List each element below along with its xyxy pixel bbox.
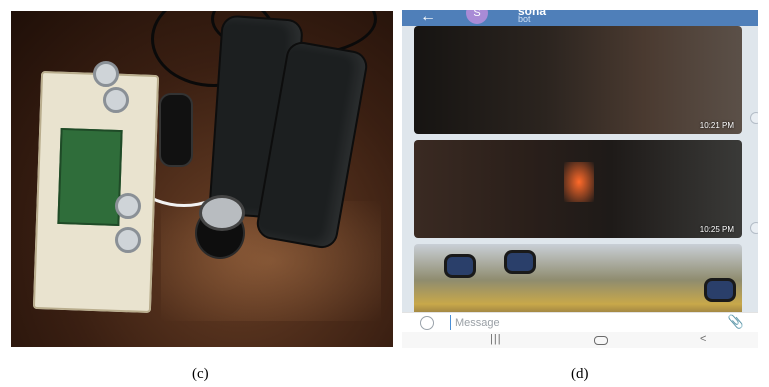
arrow-left-icon[interactable]: ← [420, 10, 436, 26]
robot-wheel [159, 93, 193, 167]
photo-message[interactable]: 10:25 PM [414, 140, 742, 238]
paperclip-icon[interactable]: 📎 [728, 314, 744, 330]
raspberry-pi-board [57, 127, 123, 227]
message-input[interactable] [450, 315, 695, 330]
android-nav-bar: ||| < [402, 332, 758, 348]
chat-subtitle: bot [518, 14, 531, 24]
message-composer: 📎 [402, 312, 758, 333]
chat-header: ← S sona bot [402, 10, 758, 26]
message-list[interactable]: 10:21 PM 10:25 PM [402, 26, 758, 324]
robot-hardware-photo [11, 11, 393, 347]
ultrasonic-sensor [93, 61, 119, 87]
message-time: 10:21 PM [699, 121, 734, 130]
message-time: 10:25 PM [699, 225, 734, 234]
home-icon[interactable] [594, 336, 608, 345]
share-button[interactable] [750, 222, 758, 234]
ultrasonic-sensor [103, 87, 129, 113]
caption-d: (d) [571, 366, 589, 382]
webcam [199, 195, 245, 231]
ultrasonic-sensor [115, 193, 141, 219]
light-spot [564, 162, 594, 202]
photo-message[interactable]: 10:21 PM [414, 26, 742, 134]
caption-c: (c) [192, 366, 209, 382]
avatar[interactable]: S [466, 10, 488, 24]
robot-wheel [444, 254, 476, 278]
back-icon[interactable]: < [700, 333, 706, 345]
share-button[interactable] [750, 112, 758, 124]
ultrasonic-sensor [115, 227, 141, 253]
robot-wheel [504, 250, 536, 274]
phone-screenshot: ← S sona bot 10:21 PM 10:25 PM 📎 ||| < [402, 10, 758, 348]
recent-apps-icon[interactable]: ||| [490, 333, 502, 345]
emoji-icon[interactable] [420, 316, 434, 330]
robot-wheel [704, 278, 736, 302]
